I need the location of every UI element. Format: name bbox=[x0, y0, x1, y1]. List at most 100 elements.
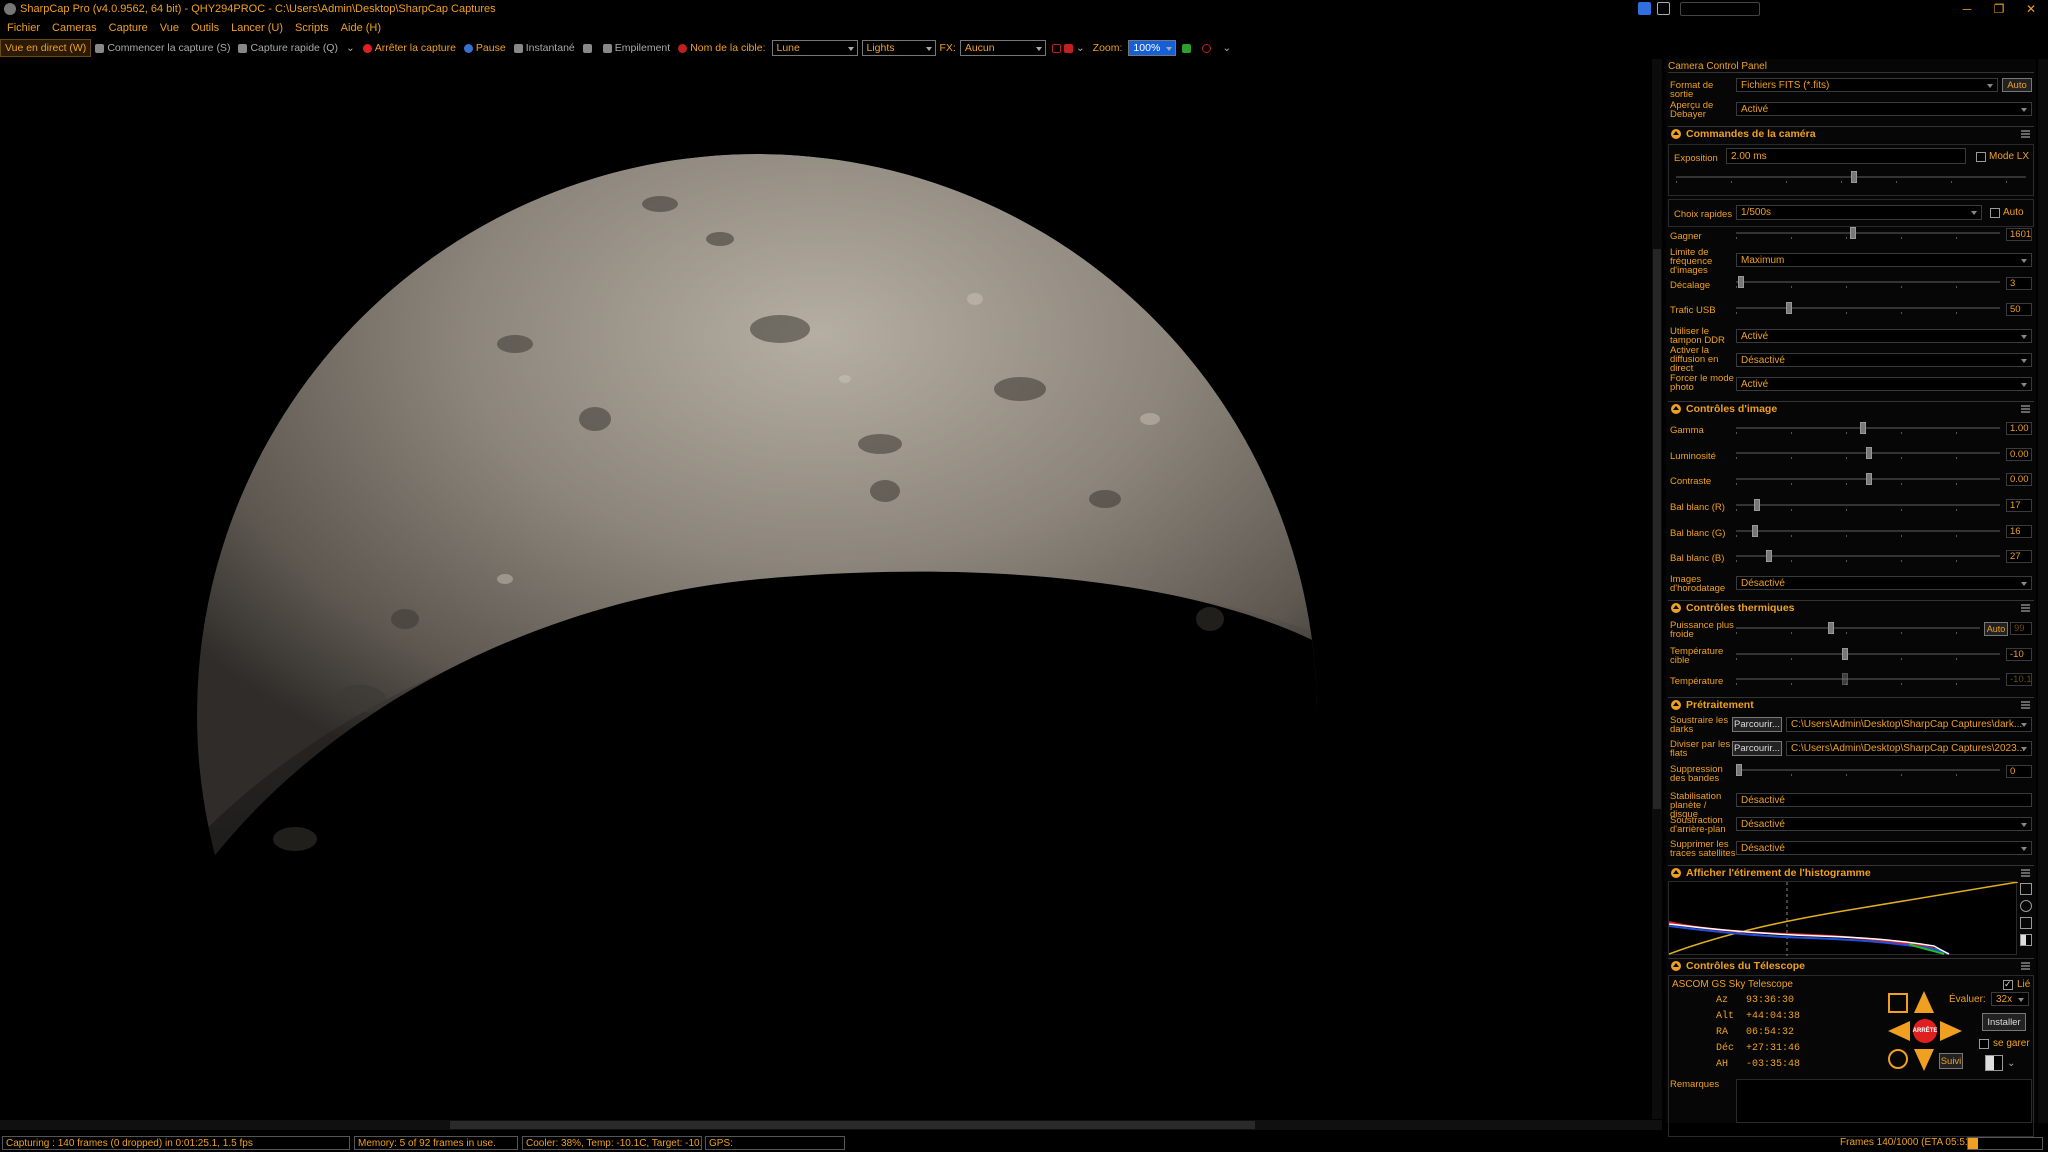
tracking-button[interactable]: Suivi bbox=[1939, 1053, 1963, 1069]
live-view-button[interactable]: Vue en direct (W) bbox=[0, 39, 92, 57]
ddr-select[interactable]: Activé bbox=[1736, 329, 2032, 343]
slew-south-button[interactable] bbox=[1914, 1049, 1934, 1071]
gamma-slider-knob[interactable] bbox=[1860, 422, 1866, 434]
satellite-select[interactable]: Désactivé bbox=[1736, 841, 2032, 855]
stop-capture-button[interactable]: Arrêter la capture bbox=[359, 39, 460, 57]
timestamp-select[interactable]: Désactivé bbox=[1736, 576, 2032, 590]
banding-slider[interactable] bbox=[1736, 764, 2000, 778]
target-temp-value[interactable]: -10 bbox=[2006, 648, 2032, 661]
reticle-button[interactable]: ⌄ bbox=[1048, 39, 1089, 57]
menu-icon[interactable] bbox=[2021, 869, 2030, 877]
menu-cameras[interactable]: Cameras bbox=[52, 22, 97, 34]
histogram-contrast-icon[interactable] bbox=[2020, 934, 2032, 946]
gain-value[interactable]: 1601 bbox=[2006, 228, 2032, 241]
histogram-auto-icon[interactable] bbox=[2020, 900, 2032, 912]
menu-icon[interactable] bbox=[2021, 405, 2030, 413]
cooler-power-slider[interactable] bbox=[1736, 622, 1980, 636]
menu-scripts[interactable]: Scripts bbox=[295, 22, 329, 34]
menu-capture[interactable]: Capture bbox=[109, 22, 148, 34]
preprocessing-section-header[interactable]: Prétraitement bbox=[1668, 697, 2034, 712]
minimize-button[interactable]: ─ bbox=[1952, 0, 1982, 18]
horizontal-scroll-thumb[interactable] bbox=[450, 1121, 1255, 1129]
brightness-slider[interactable] bbox=[1736, 447, 2000, 461]
wb-red-slider-knob[interactable] bbox=[1754, 499, 1760, 511]
wb-red-slider[interactable] bbox=[1736, 499, 2000, 513]
output-format-auto-button[interactable]: Auto bbox=[2002, 78, 2032, 92]
background-sub-select[interactable]: Désactivé bbox=[1736, 817, 2032, 831]
target-temp-slider[interactable] bbox=[1736, 648, 2000, 662]
gamma-value[interactable]: 1.00 bbox=[2006, 422, 2032, 435]
usb-slider[interactable] bbox=[1736, 302, 2000, 316]
contrast-slider-knob[interactable] bbox=[1866, 473, 1872, 485]
offset-slider[interactable] bbox=[1736, 276, 2000, 290]
park-checkbox[interactable] bbox=[1979, 1039, 1989, 1049]
chevron-down-icon[interactable]: ⌄ bbox=[346, 42, 355, 54]
menu-outils[interactable]: Outils bbox=[191, 22, 219, 34]
darks-browse-button[interactable]: Parcourir... bbox=[1732, 717, 1782, 732]
install-button[interactable]: Installer bbox=[1982, 1013, 2026, 1031]
viewport-horizontal-scrollbar[interactable] bbox=[0, 1120, 1662, 1130]
zoom-select[interactable]: 100% bbox=[1128, 40, 1177, 56]
menu-aide[interactable]: Aide (H) bbox=[341, 22, 381, 34]
usb-slider-knob[interactable] bbox=[1786, 302, 1792, 314]
lx-mode-checkbox[interactable] bbox=[1976, 152, 1986, 162]
chevron-down-icon[interactable]: ⌄ bbox=[1076, 42, 1085, 54]
chevron-down-icon[interactable]: ⌄ bbox=[2007, 1058, 2015, 1069]
exposure-slider[interactable] bbox=[1676, 171, 2026, 185]
telescope-section-header[interactable]: Contrôles du Télescope bbox=[1668, 958, 2034, 973]
slew-east-button[interactable] bbox=[1940, 1021, 1962, 1041]
exposure-slider-knob[interactable] bbox=[1851, 171, 1857, 183]
menu-icon[interactable] bbox=[2021, 701, 2030, 709]
fx-select[interactable]: Aucun bbox=[959, 40, 1046, 56]
slew-north-button[interactable] bbox=[1914, 991, 1934, 1013]
usb-value[interactable]: 50 bbox=[2006, 303, 2032, 316]
exposure-input[interactable]: 2.00 ms bbox=[1726, 148, 1966, 164]
panel-scrollbar[interactable] bbox=[2038, 59, 2048, 1123]
brightness-slider-knob[interactable] bbox=[1866, 447, 1872, 459]
taskbar-app-icon[interactable] bbox=[1638, 2, 1651, 15]
sync-button[interactable] bbox=[1888, 993, 1908, 1013]
pause-button[interactable]: Pause bbox=[460, 39, 510, 57]
camera-section-header[interactable]: Commandes de la caméra bbox=[1668, 126, 2034, 141]
night-mode-icon[interactable] bbox=[1985, 1055, 2003, 1071]
brightness-value[interactable]: 0.00 bbox=[2006, 448, 2032, 461]
settings-button[interactable] bbox=[579, 39, 599, 57]
offset-slider-knob[interactable] bbox=[1738, 276, 1744, 288]
contrast-value[interactable]: 0.00 bbox=[2006, 473, 2032, 486]
viewport-vertical-scrollbar[interactable] bbox=[1652, 59, 1662, 1119]
histogram-display[interactable] bbox=[1668, 881, 2019, 956]
menu-icon[interactable] bbox=[2021, 604, 2030, 612]
histogram-reset-icon[interactable] bbox=[2020, 883, 2032, 895]
debayer-select[interactable]: Activé bbox=[1736, 102, 2032, 116]
snapshot-button[interactable]: Instantané bbox=[510, 39, 579, 57]
start-capture-button[interactable]: Commencer la capture (S) bbox=[91, 39, 234, 57]
stacking-button[interactable]: Empilement bbox=[599, 39, 674, 57]
offset-value[interactable]: 3 bbox=[2006, 277, 2032, 290]
quick-auto-checkbox[interactable] bbox=[1990, 208, 2000, 218]
wb-blue-slider[interactable] bbox=[1736, 550, 2000, 564]
cooler-auto-button[interactable]: Auto bbox=[1984, 622, 2008, 636]
wb-green-value[interactable]: 16 bbox=[2006, 525, 2032, 538]
image-section-header[interactable]: Contrôles d'image bbox=[1668, 401, 2034, 416]
notes-textarea[interactable] bbox=[1736, 1079, 2032, 1123]
banding-value[interactable]: 0 bbox=[2006, 765, 2032, 778]
menu-icon[interactable] bbox=[2021, 962, 2030, 970]
linked-checkbox[interactable] bbox=[2003, 979, 2013, 990]
wb-green-slider-knob[interactable] bbox=[1752, 525, 1758, 537]
flats-path-select[interactable]: C:\Users\Admin\Desktop\SharpCap Captures… bbox=[1786, 741, 2032, 756]
menu-icon[interactable] bbox=[2021, 130, 2030, 138]
darks-path-select[interactable]: C:\Users\Admin\Desktop\SharpCap Captures… bbox=[1786, 717, 2032, 732]
close-button[interactable]: ✕ bbox=[2016, 0, 2046, 18]
wb-green-slider[interactable] bbox=[1736, 525, 2000, 539]
home-button[interactable] bbox=[1888, 1049, 1908, 1069]
menu-vue[interactable]: Vue bbox=[160, 22, 179, 34]
stop-button[interactable]: ARRÊTE bbox=[1913, 1019, 1937, 1043]
target-name-select[interactable]: Lune bbox=[771, 40, 858, 56]
rate-select[interactable]: 32x bbox=[1991, 992, 2029, 1006]
wb-blue-slider-knob[interactable] bbox=[1766, 550, 1772, 562]
livestream-select[interactable]: Désactivé bbox=[1736, 353, 2032, 367]
histogram-save-icon[interactable] bbox=[2020, 917, 2032, 929]
framerate-select[interactable]: Maximum bbox=[1736, 253, 2032, 267]
live-view-image[interactable] bbox=[0, 59, 1662, 1119]
photo-mode-select[interactable]: Activé bbox=[1736, 377, 2032, 391]
